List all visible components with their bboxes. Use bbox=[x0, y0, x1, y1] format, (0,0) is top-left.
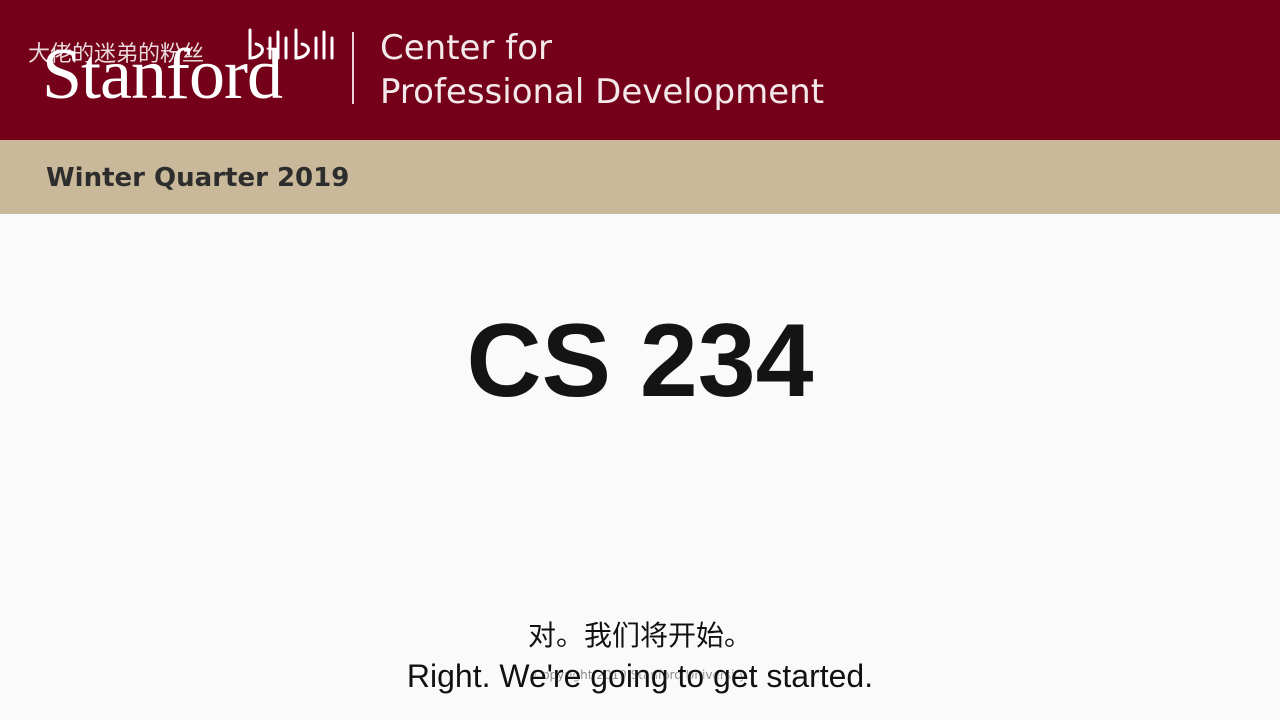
stanford-header: Stanford 大佬的迷弟的粉丝 Center for Professiona… bbox=[0, 0, 1280, 140]
uploader-watermark: 大佬的迷弟的粉丝 bbox=[28, 42, 205, 67]
bilibili-logo-icon bbox=[248, 28, 334, 60]
quarter-label: Winter Quarter 2019 bbox=[46, 163, 350, 193]
course-title: CS 234 bbox=[466, 303, 814, 419]
subtitle-english: Right. We're going to get started. bbox=[406, 658, 874, 694]
center-title-line2: Professional Development bbox=[380, 72, 825, 112]
center-title-line1: Center for bbox=[380, 28, 552, 68]
subtitle-chinese: 对。我们将开始。 bbox=[527, 619, 752, 652]
slide-page: Stanford 大佬的迷弟的粉丝 Center for Professiona… bbox=[0, 0, 1280, 720]
center-title: Center for Professional Development bbox=[380, 26, 824, 114]
header-divider bbox=[352, 32, 354, 104]
